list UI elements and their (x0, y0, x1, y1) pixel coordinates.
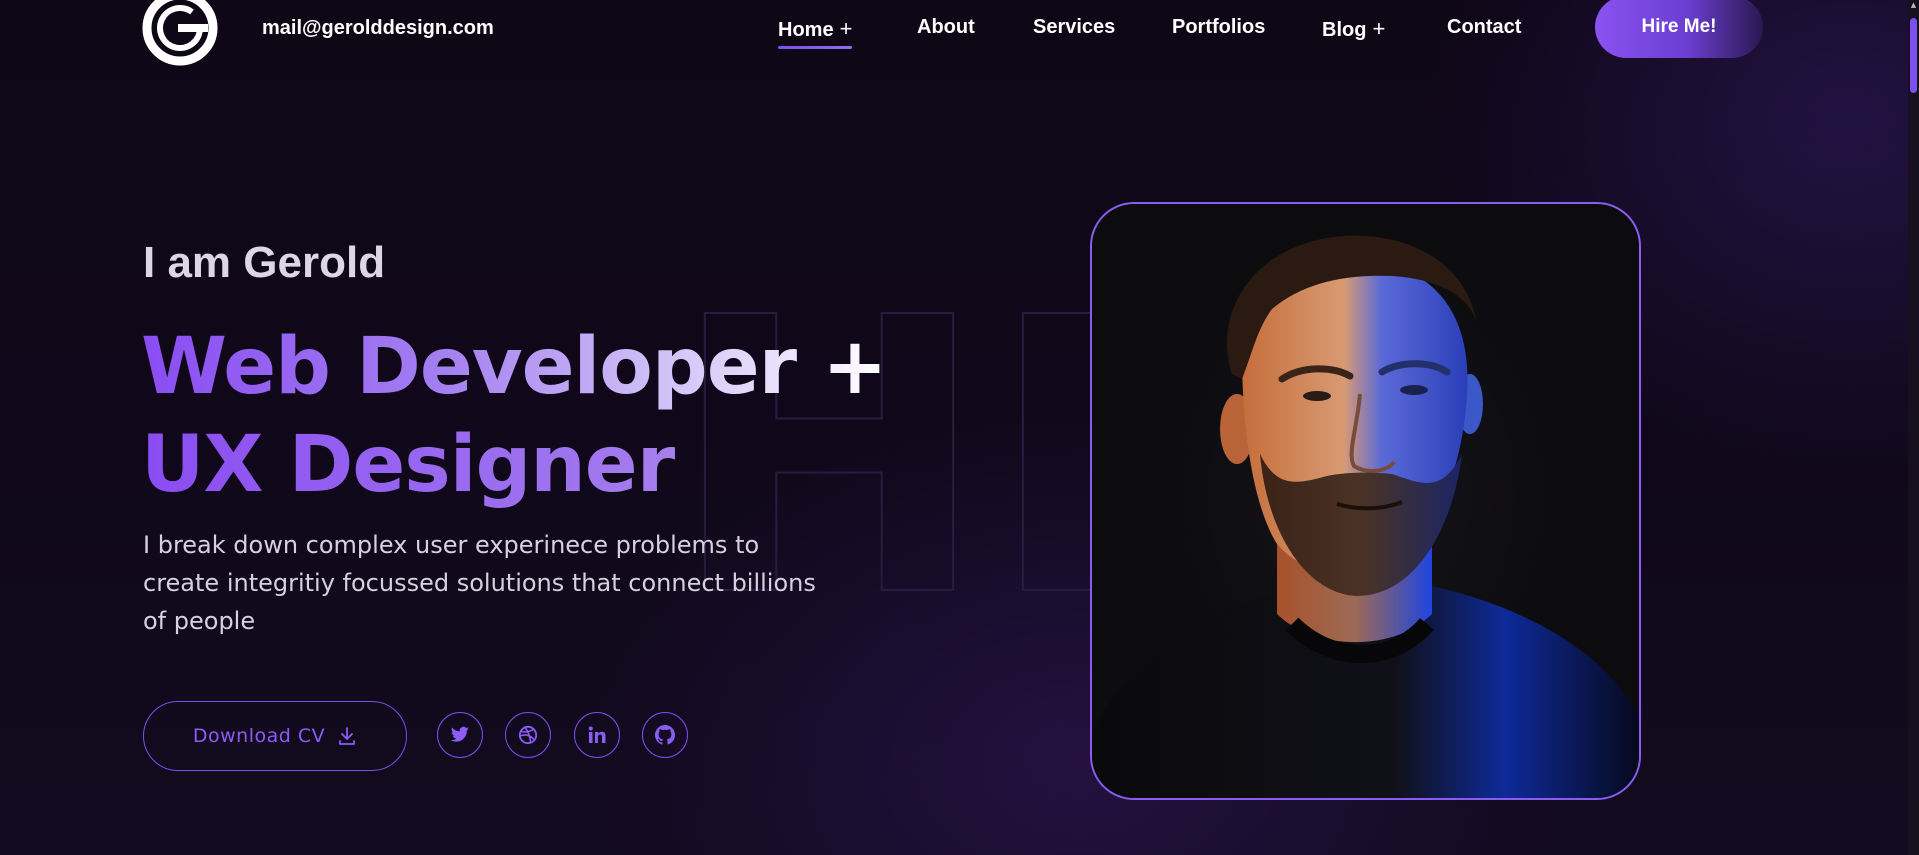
nav-item-label: Home (778, 19, 834, 41)
hero-headline: Web Developer + UX Designer (141, 318, 888, 514)
hero-description: I break down complex user experinece pro… (143, 531, 816, 635)
scrollbar-thumb[interactable] (1910, 18, 1917, 93)
scrollbar[interactable]: ▲ (1908, 0, 1919, 855)
nav-item-about[interactable]: About (917, 16, 975, 39)
hire-me-button[interactable]: Hire Me! (1595, 0, 1763, 58)
nav-item-home[interactable]: Home + (778, 16, 853, 49)
plus-icon: + (839, 16, 853, 41)
github-icon (655, 725, 675, 745)
twitter-link[interactable] (437, 712, 483, 758)
nav-item-services[interactable]: Services (1033, 16, 1115, 39)
nav-item-label: Portfolios (1172, 16, 1266, 38)
dribbble-icon (518, 725, 538, 745)
download-icon (339, 727, 356, 745)
nav-item-label: Services (1033, 16, 1116, 38)
headline-line-2: UX Designer (141, 416, 887, 514)
header-email[interactable]: mail@gerolddesign.com (262, 17, 494, 40)
scroll-up-arrow-icon[interactable]: ▲ (1910, 0, 1917, 10)
linkedin-link[interactable] (574, 712, 620, 758)
profile-photo (1090, 202, 1641, 800)
logo-icon[interactable] (142, 0, 218, 66)
github-link[interactable] (642, 712, 688, 758)
dribbble-link[interactable] (505, 712, 551, 758)
nav-item-portfolios[interactable]: Portfolios (1172, 16, 1265, 39)
headline-line-1: Web Developer + (141, 318, 888, 416)
nav-item-contact[interactable]: Contact (1447, 16, 1521, 39)
download-cv-label: Download CV (192, 725, 326, 747)
download-cv-button[interactable]: Download CV (143, 701, 407, 771)
portrait-illustration (1092, 235, 1639, 798)
linkedin-icon (588, 726, 606, 743)
twitter-icon (450, 726, 470, 742)
nav-item-label: About (917, 16, 975, 38)
nav-item-blog[interactable]: Blog + (1322, 16, 1385, 42)
nav-item-label: Blog (1322, 19, 1367, 41)
hero-intro: I am Gerold (143, 238, 386, 287)
site-header: mail@gerolddesign.com Home + About Servic… (0, 0, 1908, 66)
plus-icon: + (1372, 16, 1386, 41)
nav-item-label: Contact (1447, 16, 1522, 38)
